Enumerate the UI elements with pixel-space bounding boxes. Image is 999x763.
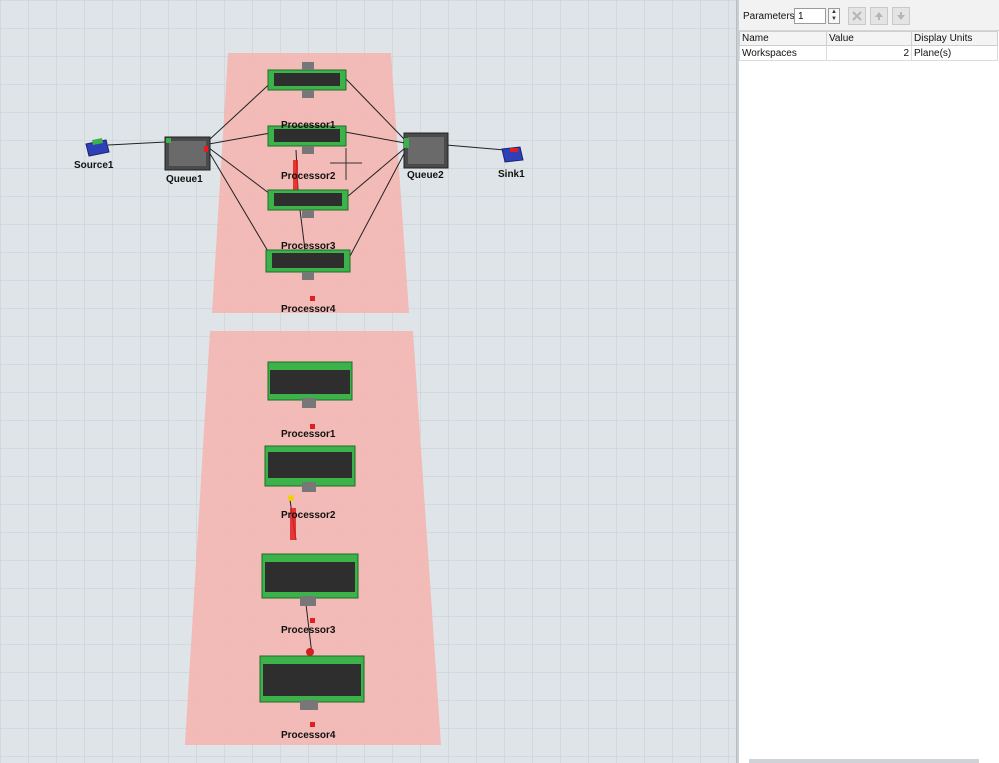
label-ws1-processor3: Processor3 <box>281 241 336 252</box>
arrow-up-icon <box>875 12 883 20</box>
column-header-name[interactable]: Name <box>739 31 827 46</box>
parameters-spinner[interactable]: ▲ ▼ <box>828 8 840 24</box>
arrow-down-icon <box>897 12 905 20</box>
row-units-cell[interactable]: Plane(s) <box>911 45 998 61</box>
label-ws2-processor1: Processor1 <box>281 429 336 440</box>
parameters-table: Name Value Display Units Workspaces 2 Pl… <box>739 31 998 61</box>
parameters-toolbar: Parameters 1 ▲ ▼ <box>739 0 999 31</box>
label-ws1-processor4: Processor4 <box>281 304 336 315</box>
queue1[interactable] <box>164 136 211 171</box>
table-header-row: Name Value Display Units <box>739 31 998 46</box>
label-ws2-processor3: Processor3 <box>281 625 336 636</box>
label-ws1-processor1: Processor1 <box>281 120 336 131</box>
move-up-button[interactable] <box>870 7 888 25</box>
spinner-down-icon[interactable]: ▼ <box>829 16 839 23</box>
label-ws2-processor2: Processor2 <box>281 510 336 521</box>
row-value-cell[interactable]: 2 <box>826 45 912 61</box>
delete-icon <box>852 11 862 21</box>
label-queue1: Queue1 <box>166 174 203 185</box>
label-ws1-processor2: Processor2 <box>281 171 336 182</box>
sink1[interactable] <box>501 146 524 163</box>
parameters-input[interactable]: 1 <box>794 8 826 24</box>
column-header-display-units[interactable]: Display Units <box>911 31 998 46</box>
label-sink1: Sink1 <box>498 169 525 180</box>
label-ws2-processor4: Processor4 <box>281 730 336 741</box>
label-queue2: Queue2 <box>407 170 444 181</box>
spinner-up-icon[interactable]: ▲ <box>829 9 839 16</box>
queue2[interactable] <box>403 132 449 169</box>
parameters-label: Parameters <box>743 11 795 22</box>
move-down-button[interactable] <box>892 7 910 25</box>
label-source1: Source1 <box>74 160 114 171</box>
table-row[interactable]: Workspaces 2 Plane(s) <box>739 45 998 61</box>
3d-model-view[interactable]: Source1 Queue1 Queue2 Sink1 Processor1 P… <box>0 0 736 763</box>
horizontal-scrollbar[interactable] <box>749 759 979 763</box>
column-header-value[interactable]: Value <box>826 31 912 46</box>
parameters-panel: Parameters 1 ▲ ▼ Name Value Display Unit… <box>739 0 999 763</box>
row-name-cell[interactable]: Workspaces <box>739 45 827 61</box>
delete-button[interactable] <box>848 7 866 25</box>
